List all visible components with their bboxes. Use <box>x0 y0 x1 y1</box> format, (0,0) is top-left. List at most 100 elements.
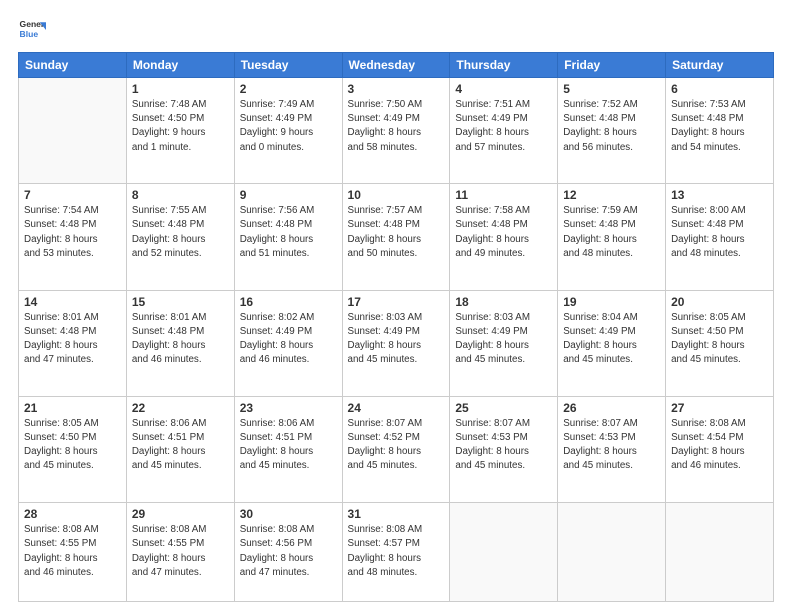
calendar-cell: 16 Sunrise: 8:02 AMSunset: 4:49 PMDayligh… <box>234 290 342 396</box>
header-sunday: Sunday <box>19 53 127 78</box>
day-info: Sunrise: 7:54 AMSunset: 4:48 PMDaylight:… <box>24 204 121 261</box>
calendar-cell: 5 Sunrise: 7:52 AMSunset: 4:48 PMDaylight… <box>558 78 666 184</box>
calendar-cell: 29 Sunrise: 8:08 AMSunset: 4:55 PMDayligh… <box>126 503 234 602</box>
day-number: 8 <box>132 188 229 202</box>
day-info: Sunrise: 8:01 AMSunset: 4:48 PMDaylight:… <box>24 311 121 368</box>
day-number: 15 <box>132 295 229 309</box>
day-number: 7 <box>24 188 121 202</box>
page: General Blue SundayMondayTuesdayWednesda… <box>0 0 792 612</box>
calendar-cell: 19 Sunrise: 8:04 AMSunset: 4:49 PMDayligh… <box>558 290 666 396</box>
day-number: 27 <box>671 401 768 415</box>
day-number: 4 <box>455 82 552 96</box>
day-info: Sunrise: 7:48 AMSunset: 4:50 PMDaylight:… <box>132 98 229 155</box>
day-info: Sunrise: 8:07 AMSunset: 4:53 PMDaylight:… <box>455 417 552 474</box>
calendar-cell: 26Sunrise: 8:07 AMSunset: 4:53 PMDayligh… <box>558 396 666 502</box>
day-number: 10 <box>348 188 445 202</box>
header-tuesday: Tuesday <box>234 53 342 78</box>
header-monday: Monday <box>126 53 234 78</box>
header-saturday: Saturday <box>666 53 774 78</box>
header: General Blue <box>18 16 774 44</box>
day-info: Sunrise: 7:57 AMSunset: 4:48 PMDaylight:… <box>348 204 445 261</box>
calendar-cell: 30 Sunrise: 8:08 AMSunset: 4:56 PMDayligh… <box>234 503 342 602</box>
day-number: 30 <box>240 507 337 521</box>
day-number: 1 <box>132 82 229 96</box>
day-info: Sunrise: 7:55 AMSunset: 4:48 PMDaylight:… <box>132 204 229 261</box>
day-info: Sunrise: 8:08 AMSunset: 4:57 PMDaylight:… <box>348 523 445 580</box>
logo-icon: General Blue <box>18 16 46 44</box>
day-info: Sunrise: 8:07 AMSunset: 4:53 PMDaylight:… <box>563 417 660 474</box>
calendar-cell: 11Sunrise: 7:58 AMSunset: 4:48 PMDayligh… <box>450 184 558 290</box>
day-number: 29 <box>132 507 229 521</box>
day-number: 6 <box>671 82 768 96</box>
day-number: 9 <box>240 188 337 202</box>
calendar-cell: 18 Sunrise: 8:03 AMSunset: 4:49 PMDayligh… <box>450 290 558 396</box>
day-number: 16 <box>240 295 337 309</box>
svg-text:Blue: Blue <box>20 29 39 39</box>
day-number: 14 <box>24 295 121 309</box>
calendar-cell: 13Sunrise: 8:00 AMSunset: 4:48 PMDayligh… <box>666 184 774 290</box>
calendar-cell: 25 Sunrise: 8:07 AMSunset: 4:53 PMDayligh… <box>450 396 558 502</box>
calendar-cell: 7 Sunrise: 7:54 AMSunset: 4:48 PMDaylight… <box>19 184 127 290</box>
calendar-cell: 27 Sunrise: 8:08 AMSunset: 4:54 PMDayligh… <box>666 396 774 502</box>
day-number: 18 <box>455 295 552 309</box>
calendar-cell: 17 Sunrise: 8:03 AMSunset: 4:49 PMDayligh… <box>342 290 450 396</box>
day-info: Sunrise: 8:08 AMSunset: 4:56 PMDaylight:… <box>240 523 337 580</box>
calendar-cell: 10 Sunrise: 7:57 AMSunset: 4:48 PMDayligh… <box>342 184 450 290</box>
day-info: Sunrise: 7:56 AMSunset: 4:48 PMDaylight:… <box>240 204 337 261</box>
calendar-cell: 3Sunrise: 7:50 AMSunset: 4:49 PMDaylight… <box>342 78 450 184</box>
day-number: 24 <box>348 401 445 415</box>
day-number: 5 <box>563 82 660 96</box>
day-number: 25 <box>455 401 552 415</box>
calendar-cell <box>666 503 774 602</box>
calendar-cell: 2Sunrise: 7:49 AMSunset: 4:49 PMDaylight… <box>234 78 342 184</box>
calendar-table: SundayMondayTuesdayWednesdayThursdayFrid… <box>18 52 774 602</box>
calendar-header-row: SundayMondayTuesdayWednesdayThursdayFrid… <box>19 53 774 78</box>
day-info: Sunrise: 8:08 AMSunset: 4:54 PMDaylight:… <box>671 417 768 474</box>
day-number: 13 <box>671 188 768 202</box>
day-info: Sunrise: 7:51 AMSunset: 4:49 PMDaylight:… <box>455 98 552 155</box>
calendar-cell: 1 Sunrise: 7:48 AMSunset: 4:50 PMDaylight… <box>126 78 234 184</box>
calendar-cell: 15Sunrise: 8:01 AMSunset: 4:48 PMDayligh… <box>126 290 234 396</box>
day-number: 11 <box>455 188 552 202</box>
header-wednesday: Wednesday <box>342 53 450 78</box>
calendar-cell: 12 Sunrise: 7:59 AMSunset: 4:48 PMDayligh… <box>558 184 666 290</box>
day-number: 31 <box>348 507 445 521</box>
calendar-cell <box>19 78 127 184</box>
day-info: Sunrise: 7:50 AMSunset: 4:49 PMDaylight:… <box>348 98 445 155</box>
calendar-cell <box>450 503 558 602</box>
day-info: Sunrise: 8:03 AMSunset: 4:49 PMDaylight:… <box>348 311 445 368</box>
day-info: Sunrise: 7:59 AMSunset: 4:48 PMDaylight:… <box>563 204 660 261</box>
day-info: Sunrise: 7:53 AMSunset: 4:48 PMDaylight:… <box>671 98 768 155</box>
day-number: 19 <box>563 295 660 309</box>
day-info: Sunrise: 8:04 AMSunset: 4:49 PMDaylight:… <box>563 311 660 368</box>
day-number: 28 <box>24 507 121 521</box>
calendar-cell: 8 Sunrise: 7:55 AMSunset: 4:48 PMDaylight… <box>126 184 234 290</box>
day-info: Sunrise: 8:05 AMSunset: 4:50 PMDaylight:… <box>24 417 121 474</box>
day-info: Sunrise: 8:08 AMSunset: 4:55 PMDaylight:… <box>24 523 121 580</box>
day-number: 17 <box>348 295 445 309</box>
calendar-cell: 24 Sunrise: 8:07 AMSunset: 4:52 PMDayligh… <box>342 396 450 502</box>
calendar-cell: 23 Sunrise: 8:06 AMSunset: 4:51 PMDayligh… <box>234 396 342 502</box>
day-info: Sunrise: 8:02 AMSunset: 4:49 PMDaylight:… <box>240 311 337 368</box>
day-number: 23 <box>240 401 337 415</box>
calendar-cell: 20 Sunrise: 8:05 AMSunset: 4:50 PMDayligh… <box>666 290 774 396</box>
day-info: Sunrise: 8:08 AMSunset: 4:55 PMDaylight:… <box>132 523 229 580</box>
calendar-cell: 9 Sunrise: 7:56 AMSunset: 4:48 PMDaylight… <box>234 184 342 290</box>
day-number: 21 <box>24 401 121 415</box>
day-info: Sunrise: 7:52 AMSunset: 4:48 PMDaylight:… <box>563 98 660 155</box>
day-number: 12 <box>563 188 660 202</box>
day-number: 2 <box>240 82 337 96</box>
calendar-cell: 14 Sunrise: 8:01 AMSunset: 4:48 PMDayligh… <box>19 290 127 396</box>
calendar-cell: 4 Sunrise: 7:51 AMSunset: 4:49 PMDaylight… <box>450 78 558 184</box>
day-info: Sunrise: 8:03 AMSunset: 4:49 PMDaylight:… <box>455 311 552 368</box>
calendar-cell: 6 Sunrise: 7:53 AMSunset: 4:48 PMDaylight… <box>666 78 774 184</box>
calendar-cell <box>558 503 666 602</box>
calendar-cell: 31 Sunrise: 8:08 AMSunset: 4:57 PMDayligh… <box>342 503 450 602</box>
day-info: Sunrise: 8:06 AMSunset: 4:51 PMDaylight:… <box>240 417 337 474</box>
day-info: Sunrise: 8:07 AMSunset: 4:52 PMDaylight:… <box>348 417 445 474</box>
header-friday: Friday <box>558 53 666 78</box>
day-info: Sunrise: 8:06 AMSunset: 4:51 PMDaylight:… <box>132 417 229 474</box>
day-info: Sunrise: 8:05 AMSunset: 4:50 PMDaylight:… <box>671 311 768 368</box>
calendar-cell: 21 Sunrise: 8:05 AMSunset: 4:50 PMDayligh… <box>19 396 127 502</box>
day-number: 20 <box>671 295 768 309</box>
